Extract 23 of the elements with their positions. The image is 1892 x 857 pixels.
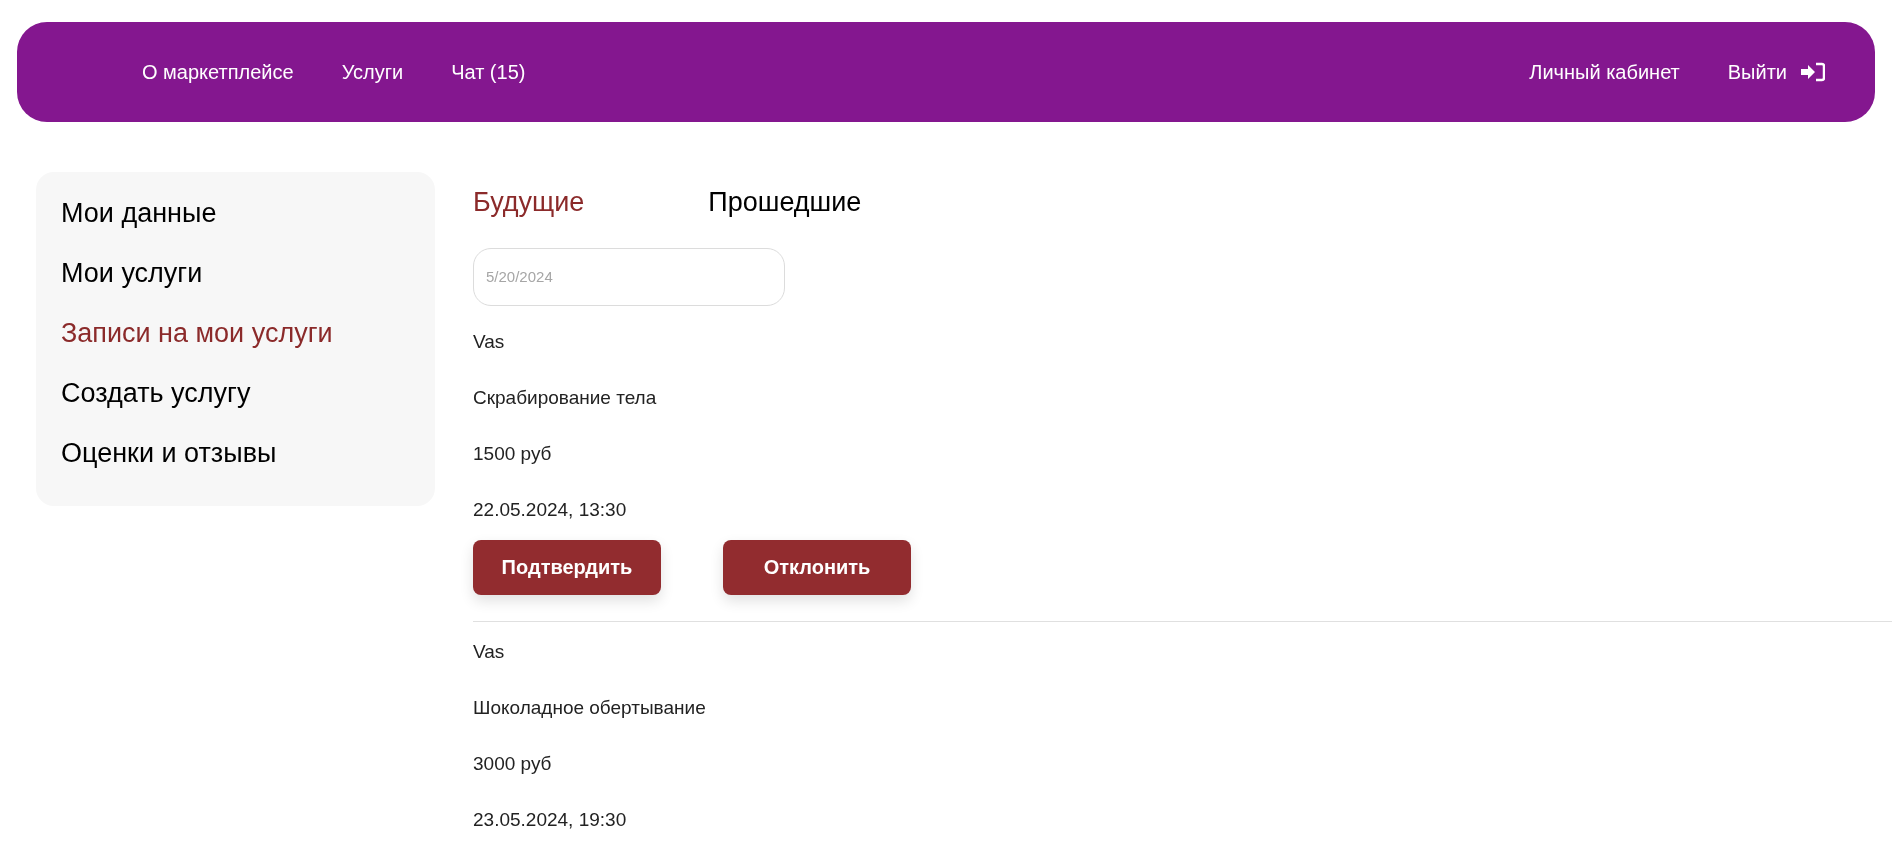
- booking-datetime: 23.05.2024, 19:30: [473, 807, 628, 832]
- sidebar-item[interactable]: Мои данные: [61, 200, 435, 227]
- tab[interactable]: Будущие: [473, 182, 585, 223]
- confirm-button[interactable]: Подтвердить: [473, 539, 661, 595]
- sidebar-item[interactable]: Мои услуги: [61, 260, 435, 287]
- decline-button[interactable]: Отклонить: [723, 539, 911, 595]
- nav-link[interactable]: О маркетплейсе: [142, 57, 294, 87]
- service-name: Скрабирование тела: [473, 385, 658, 410]
- tab[interactable]: Прошедшие: [708, 182, 862, 223]
- logout-link[interactable]: Выйти: [1727, 57, 1825, 87]
- service-name: Шоколадное обертывание: [473, 695, 707, 720]
- account-link[interactable]: Личный кабинет: [1529, 57, 1680, 87]
- sidebar-item[interactable]: Оценки и отзывы: [61, 440, 435, 467]
- client-name: Vas: [473, 639, 506, 664]
- nav-link[interactable]: Услуги: [341, 57, 404, 87]
- price-text: 3000 руб: [473, 751, 553, 776]
- client-name: Vas: [473, 329, 506, 354]
- nav-link[interactable]: Чат (15): [451, 57, 526, 87]
- price-text: 1500 руб: [473, 441, 553, 466]
- sidebar-item[interactable]: Создать услугу: [61, 380, 435, 407]
- sidebar-item[interactable]: Записи на мои услуги: [61, 320, 435, 347]
- logout-icon: [1801, 62, 1825, 82]
- booking-datetime: 22.05.2024, 13:30: [473, 497, 628, 522]
